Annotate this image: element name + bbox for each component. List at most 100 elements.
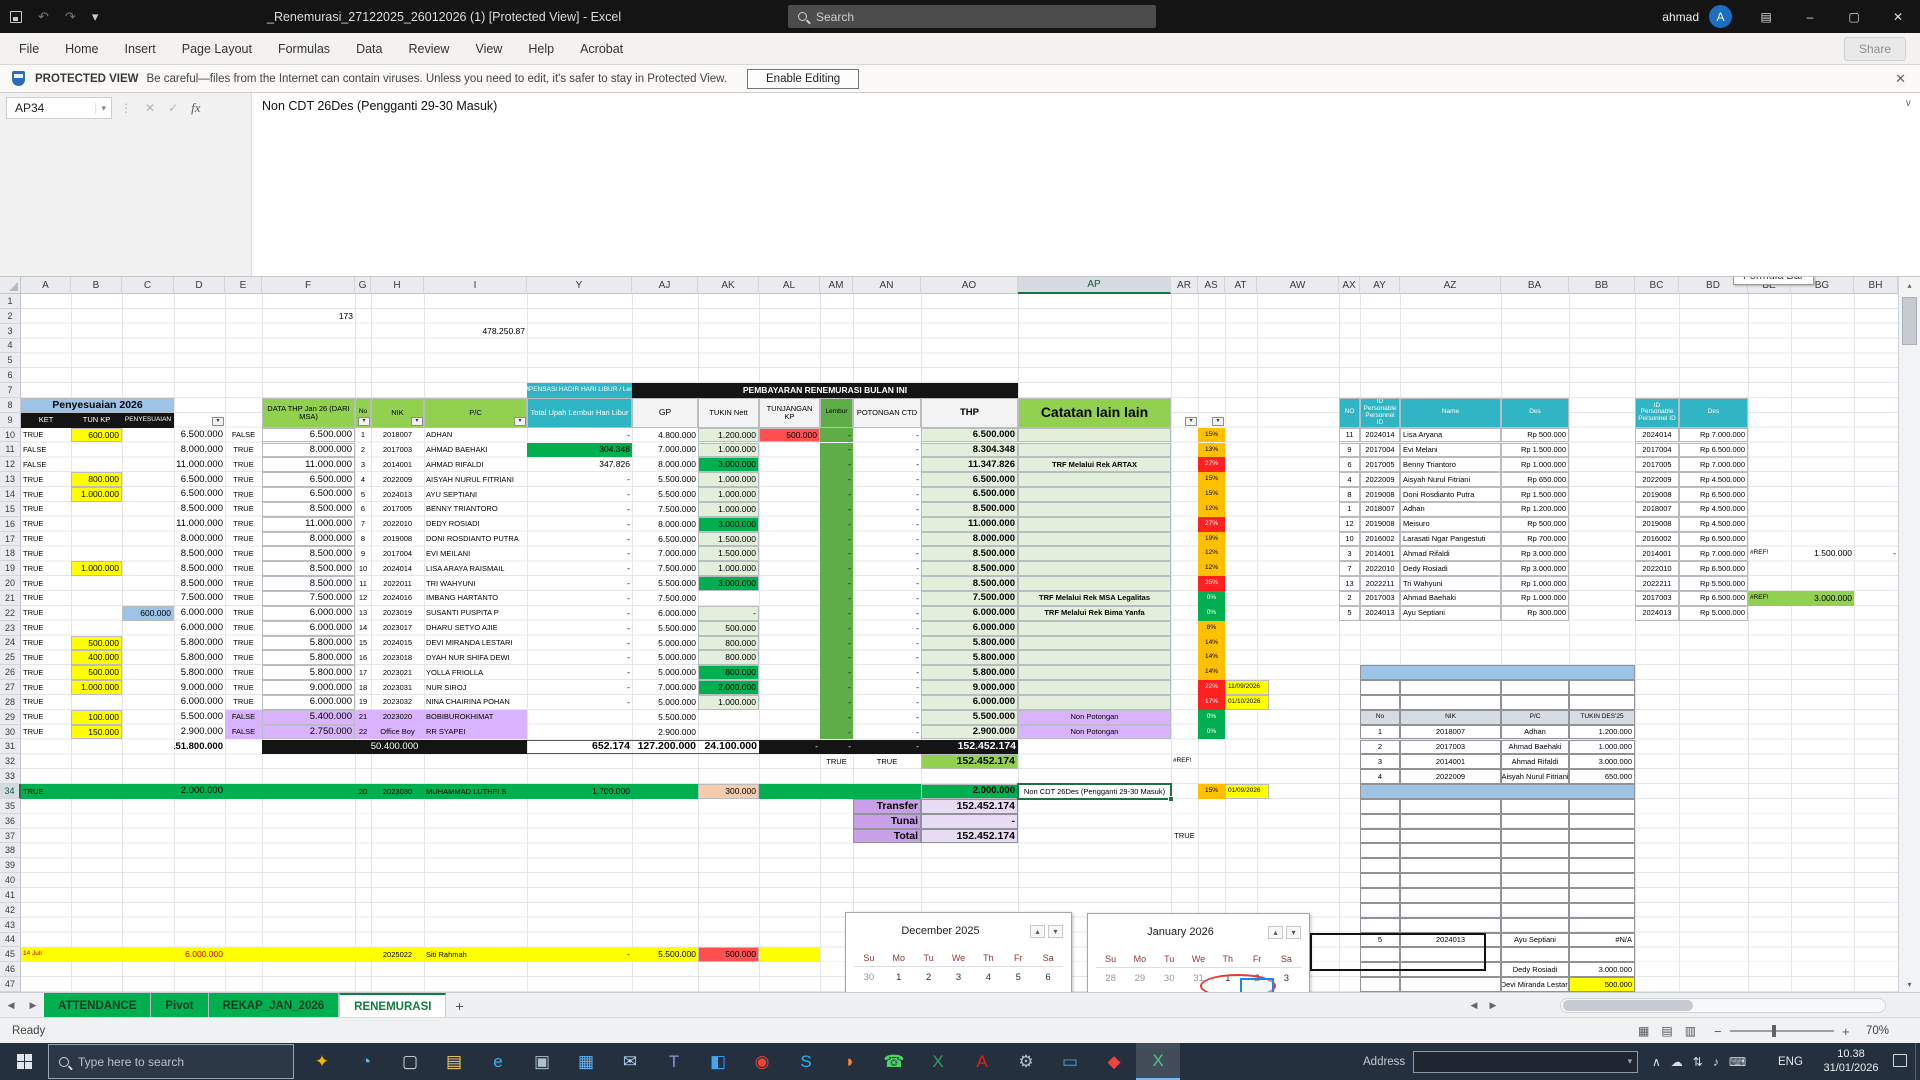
cell-G27[interactable]: 18 — [355, 680, 371, 695]
cell-AO30[interactable]: 2.900.000 — [921, 725, 1018, 740]
cell-A29[interactable]: TRUE — [21, 710, 71, 725]
column-header-H[interactable]: H — [371, 277, 424, 294]
cell-BA40[interactable] — [1501, 873, 1569, 888]
cell-I19[interactable]: LISA ARAYA RAISMAIL — [424, 561, 527, 576]
cell-AX10[interactable]: 11 — [1339, 428, 1360, 443]
cell-E23[interactable]: TRUE — [225, 621, 262, 636]
cell-AP22[interactable]: TRF Melalui Rek Bima Yanfa — [1018, 606, 1171, 621]
calendar-date[interactable]: 4 — [973, 972, 1003, 983]
cell-AP24[interactable] — [1018, 636, 1171, 651]
cell-BA46[interactable]: Dedy Rosiadi — [1501, 962, 1569, 977]
spreadsheet-grid[interactable]: 173478.250.87KOMPENSASI HADIR HARI LIBUR… — [0, 277, 1898, 992]
cell-AJ31[interactable]: 127.200.000 — [632, 740, 698, 755]
cell-AN13[interactable]: - — [853, 472, 921, 487]
cell-AS13[interactable]: 15% — [1198, 472, 1225, 487]
cell-Y7[interactable]: KOMPENSASI HADIR HARI LIBUR / Lembur — [527, 383, 632, 398]
customize-quick-access-icon[interactable]: ▾ — [92, 9, 99, 25]
cell-A26[interactable]: TRUE — [21, 665, 71, 680]
tray-expand-icon[interactable]: ∧ — [1652, 1055, 1661, 1069]
cell-D15[interactable]: 8.500.000 — [174, 502, 225, 517]
cell-AJ29[interactable]: 5.500.000 — [632, 710, 698, 725]
column-header-G[interactable]: G — [355, 277, 371, 294]
cell-AY11[interactable]: 2017004 — [1360, 443, 1400, 458]
cell-AY42[interactable] — [1360, 903, 1400, 918]
cell-A45[interactable]: 14 Juli — [21, 947, 71, 962]
calendar-down-icon[interactable]: ▾ — [1286, 926, 1301, 939]
cell-AR37[interactable]: TRUE — [1171, 829, 1198, 844]
cell-H17[interactable]: 2019008 — [371, 532, 424, 547]
cell-AJ20[interactable]: 5.500.000 — [632, 576, 698, 591]
cell-I20[interactable]: TRI WAHYUNI — [424, 576, 527, 591]
cell-Y17[interactable]: - — [527, 532, 632, 547]
cell-AX22[interactable]: 5 — [1339, 606, 1360, 621]
cell-D25[interactable]: 5.800.000 — [174, 650, 225, 665]
row-header-10[interactable]: 10 — [0, 428, 21, 443]
cell-AY16[interactable]: 2019008 — [1360, 517, 1400, 532]
cell-BC14[interactable]: 2019008 — [1635, 487, 1679, 502]
cell-AY36[interactable] — [1360, 814, 1400, 829]
cell-BA31[interactable]: Ahmad Baehaki — [1501, 740, 1569, 755]
cell-BC12[interactable]: 2017005 — [1635, 457, 1679, 472]
cell-AN35[interactable]: Transfer — [853, 799, 921, 814]
cell-BA27[interactable] — [1501, 680, 1569, 695]
cell-AZ18[interactable]: Ahmad Rifaldi — [1400, 546, 1501, 561]
cell-E27[interactable]: TRUE — [225, 680, 262, 695]
row-header-15[interactable]: 15 — [0, 502, 21, 517]
cell-D31[interactable]: 151.800.000 — [174, 740, 225, 755]
cell-AO15[interactable]: 8.500.000 — [921, 502, 1018, 517]
column-header-AY[interactable]: AY — [1360, 277, 1400, 294]
cell-H15[interactable]: 2017005 — [371, 502, 424, 517]
calendar-date[interactable]: 6 — [1033, 972, 1063, 983]
cell-AZ27[interactable] — [1400, 680, 1501, 695]
cell-AP21[interactable]: TRF Melalui Rek MSA Legalitas — [1018, 591, 1171, 606]
vertical-scrollbar[interactable]: ▴ ▾ — [1898, 277, 1920, 992]
cell-AN27[interactable]: - — [853, 680, 921, 695]
cell-Y28[interactable]: - — [527, 695, 632, 710]
cell-AM20[interactable]: - — [820, 576, 853, 591]
cell-AO20[interactable]: 8.500.000 — [921, 576, 1018, 591]
calendar-date[interactable]: 30 — [854, 972, 884, 983]
cell-BB37[interactable] — [1569, 829, 1635, 844]
cell-AN24[interactable]: - — [853, 636, 921, 651]
cell-AO26[interactable]: 5.800.000 — [921, 665, 1018, 680]
cell-AK20[interactable]: 3.000.000 — [698, 576, 759, 591]
cell-A34[interactable]: TRUE — [21, 784, 71, 799]
bing-highlights-icon[interactable]: ✦ — [300, 1043, 344, 1080]
hscroll-right-icon[interactable]: ▶ — [1484, 993, 1502, 1018]
cell-H45[interactable]: 2025022 — [371, 947, 424, 962]
cell-B27[interactable]: 1.000.000 — [71, 680, 122, 695]
cell-AP18[interactable] — [1018, 546, 1171, 561]
cell-D30[interactable]: 2.900.000 — [174, 725, 225, 740]
row-header-32[interactable]: 32 — [0, 754, 21, 769]
cell-Y34[interactable]: 1.700.000 — [527, 784, 632, 799]
cell-AZ37[interactable] — [1400, 829, 1501, 844]
cell-AO16[interactable]: 11.000.000 — [921, 517, 1018, 532]
cell-G17[interactable]: 8 — [355, 532, 371, 547]
cell-H18[interactable]: 2017004 — [371, 546, 424, 561]
row-header-23[interactable]: 23 — [0, 621, 21, 636]
column-header-AK[interactable]: AK — [698, 277, 759, 294]
row-header-42[interactable]: 42 — [0, 903, 21, 918]
sheet-nav-left-icon[interactable]: ◀ — [0, 993, 22, 1018]
cell-D27[interactable]: 9.000.000 — [174, 680, 225, 695]
cell-A27[interactable]: TRUE — [21, 680, 71, 695]
cell-G13[interactable]: 4 — [355, 472, 371, 487]
cell-AN26[interactable]: - — [853, 665, 921, 680]
page-layout-view-icon[interactable]: ▤ — [1661, 1024, 1672, 1038]
cell-BA14[interactable]: Rp 1.500.000 — [1501, 487, 1569, 502]
cell-BC21[interactable]: 2017003 — [1635, 591, 1679, 606]
sheet-tab-rekap_jan_2026[interactable]: REKAP_JAN_2026 — [209, 993, 340, 1018]
cell-A12[interactable]: FALSE — [21, 457, 71, 472]
cell-D20[interactable]: 8.500.000 — [174, 576, 225, 591]
cell-BC11[interactable]: 2017004 — [1635, 443, 1679, 458]
calendar-date[interactable]: 29 — [1125, 973, 1154, 984]
avatar[interactable]: A — [1709, 5, 1732, 28]
cell-AY22[interactable]: 2024013 — [1360, 606, 1400, 621]
column-header-BH[interactable]: BH — [1854, 277, 1898, 294]
cell-I18[interactable]: EVI MEILANI — [424, 546, 527, 561]
cell-AO27[interactable]: 9.000.000 — [921, 680, 1018, 695]
cell-AZ17[interactable]: Larasati Ngar Pangestuti — [1400, 532, 1501, 547]
cell-AK16[interactable]: 3.000.000 — [698, 517, 759, 532]
cell-G23[interactable]: 14 — [355, 621, 371, 636]
cell-F29[interactable]: 5.400.000 — [262, 710, 355, 725]
